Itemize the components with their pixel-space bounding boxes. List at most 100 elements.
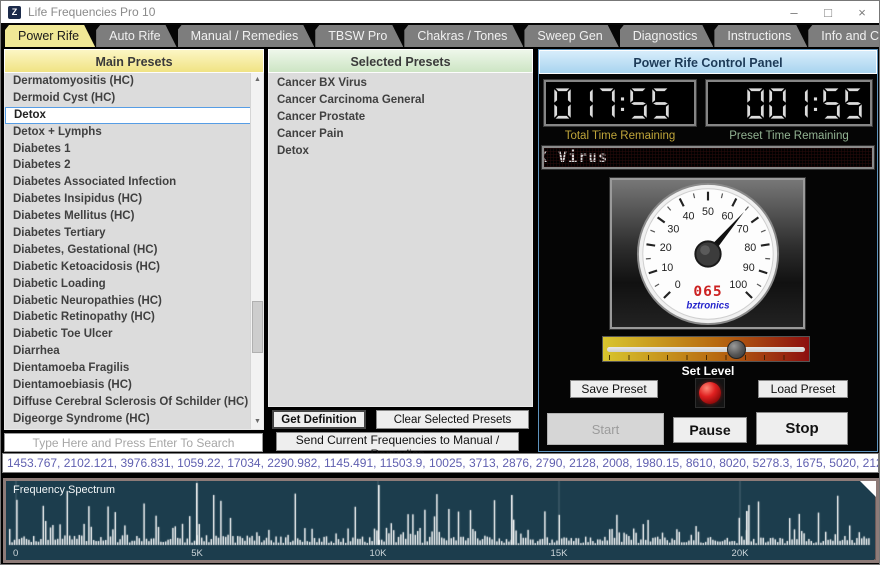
preset-item-diabetic-toe-ulcer[interactable]: Diabetic Toe Ulcer bbox=[5, 326, 263, 343]
start-button[interactable]: Start bbox=[547, 413, 664, 445]
tab-tbsw-pro[interactable]: TBSW Pro bbox=[315, 25, 403, 47]
preset-item-dermoid-cyst-hc[interactable]: Dermoid Cyst (HC) bbox=[5, 90, 263, 107]
preset-item-dientamoeba-fragilis[interactable]: Dientamoeba Fragilis bbox=[5, 360, 263, 377]
total-time-display bbox=[544, 80, 696, 126]
scroll-up-icon[interactable]: ▲ bbox=[251, 73, 264, 87]
scrollbar-thumb[interactable] bbox=[252, 301, 263, 353]
spectrum-title: Frequency Spectrum bbox=[13, 484, 115, 496]
status-led bbox=[699, 382, 721, 404]
pause-button[interactable]: Pause bbox=[673, 417, 747, 443]
selected-presets-panel: Selected Presets Cancer BX VirusCancer C… bbox=[268, 49, 533, 407]
svg-text:40: 40 bbox=[682, 210, 694, 222]
preset-item-cancer-bx-virus[interactable]: Cancer BX Virus bbox=[269, 73, 532, 90]
selected-presets-list[interactable]: Cancer BX VirusCancer Carcinoma GeneralC… bbox=[268, 73, 533, 407]
corner-triangle-icon bbox=[860, 481, 876, 497]
frequency-spectrum: Frequency Spectrum 0 5K 10K 15K 20K bbox=[6, 481, 876, 560]
load-preset-button[interactable]: Load Preset bbox=[758, 380, 848, 398]
preset-time-label: Preset Time Remaining bbox=[706, 130, 872, 142]
maximize-button[interactable]: □ bbox=[811, 1, 845, 23]
preset-item-diabetic-neuropathies-hc[interactable]: Diabetic Neuropathies (HC) bbox=[5, 293, 263, 310]
scrollbar[interactable]: ▲ ▼ bbox=[250, 73, 263, 429]
spectrum-axis-label-20k: 20K bbox=[732, 548, 749, 559]
search-input[interactable] bbox=[4, 433, 263, 452]
window-title: Life Frequencies Pro 10 bbox=[28, 5, 155, 19]
main-presets-panel: Main Presets ▲ ▼ Dermatomyositis (HC)Der… bbox=[4, 49, 264, 430]
tab-instructions[interactable]: Instructions bbox=[714, 25, 807, 47]
slider-ticks bbox=[609, 355, 803, 360]
preset-item-detox-lymphs[interactable]: Detox + Lymphs bbox=[5, 124, 263, 141]
preset-item-diabetic-loading[interactable]: Diabetic Loading bbox=[5, 276, 263, 293]
preset-item-detox[interactable]: Detox bbox=[5, 107, 263, 124]
preset-item-diabetes-insipidus-hc[interactable]: Diabetes Insipidus (HC) bbox=[5, 191, 263, 208]
tab-diagnostics[interactable]: Diagnostics bbox=[620, 25, 714, 47]
preset-time-display bbox=[706, 80, 872, 126]
set-level-label: Set Level bbox=[539, 364, 877, 378]
control-panel-header: Power Rife Control Panel bbox=[539, 50, 877, 74]
power-rife-control-panel: Power Rife Control Panel Total Time Rema… bbox=[538, 49, 878, 452]
status-led-box bbox=[695, 378, 725, 408]
svg-text:90: 90 bbox=[742, 262, 754, 274]
slider-track[interactable] bbox=[607, 347, 805, 352]
preset-item-cancer-prostate[interactable]: Cancer Prostate bbox=[269, 107, 532, 124]
level-slider[interactable] bbox=[602, 336, 810, 362]
svg-text:20: 20 bbox=[659, 242, 671, 254]
tab-auto-rife[interactable]: Auto Rife bbox=[96, 25, 176, 47]
preset-item-dermatomyositis-hc[interactable]: Dermatomyositis (HC) bbox=[5, 73, 263, 90]
tab-strip: Power RifeAuto RifeManual / RemediesTBSW… bbox=[1, 23, 879, 47]
minimize-button[interactable]: – bbox=[777, 1, 811, 23]
svg-text:bztronics: bztronics bbox=[686, 300, 730, 311]
preset-item-digeorge-syndrome-hc[interactable]: Digeorge Syndrome (HC) bbox=[5, 411, 263, 428]
spectrum-axis-label-0: 0 bbox=[13, 548, 18, 559]
spectrum-axis-label-5k: 5K bbox=[191, 548, 203, 559]
titlebar: Z Life Frequencies Pro 10 – □ × bbox=[1, 1, 879, 23]
analog-gauge: 010 20 3040 50 6070 80 90 100 065bztronics bbox=[635, 181, 781, 327]
tab-info-and-chat[interactable]: Info and Chat bbox=[808, 25, 880, 47]
frequency-list-display: 1453.767, 2102.121, 3976.831, 1059.22, 1… bbox=[2, 453, 879, 473]
app-window: Z Life Frequencies Pro 10 – □ × Power Ri… bbox=[0, 0, 880, 565]
get-definition-button[interactable]: Get Definition bbox=[272, 410, 366, 429]
preset-item-diabetes-2[interactable]: Diabetes 2 bbox=[5, 157, 263, 174]
preset-item-diabetes-1[interactable]: Diabetes 1 bbox=[5, 141, 263, 158]
send-frequencies-button[interactable]: Send Current Frequencies to Manual / Rem… bbox=[276, 432, 519, 451]
tab-power-rife[interactable]: Power Rife bbox=[5, 25, 95, 47]
svg-text:10: 10 bbox=[661, 262, 673, 274]
preset-item-diabetes-mellitus-hc[interactable]: Diabetes Mellitus (HC) bbox=[5, 208, 263, 225]
svg-text:50: 50 bbox=[702, 206, 714, 218]
preset-item-diabetes-gestational-hc[interactable]: Diabetes, Gestational (HC) bbox=[5, 242, 263, 259]
svg-text:60: 60 bbox=[721, 210, 733, 222]
marquee-display: X Virus bbox=[542, 146, 874, 169]
preset-item-diffuse-cerebral-sclerosis-of-schilder-hc[interactable]: Diffuse Cerebral Sclerosis Of Schilder (… bbox=[5, 394, 263, 411]
stop-button[interactable]: Stop bbox=[756, 412, 848, 445]
preset-item-diabetes-associated-infection[interactable]: Diabetes Associated Infection bbox=[5, 174, 263, 191]
preset-item-detox[interactable]: Detox bbox=[269, 141, 532, 158]
preset-item-dientamoebiasis-hc[interactable]: Dientamoebiasis (HC) bbox=[5, 377, 263, 394]
main-presets-list[interactable]: ▲ ▼ Dermatomyositis (HC)Dermoid Cyst (HC… bbox=[4, 73, 264, 430]
svg-text:100: 100 bbox=[729, 279, 747, 291]
preset-item-diarrhea[interactable]: Diarrhea bbox=[5, 343, 263, 360]
preset-item-diabetic-retinopathy-hc[interactable]: Diabetic Retinopathy (HC) bbox=[5, 309, 263, 326]
clear-selected-presets-button[interactable]: Clear Selected Presets bbox=[376, 410, 529, 429]
tab-chakras-tones[interactable]: Chakras / Tones bbox=[404, 25, 523, 47]
tab-sweep-gen[interactable]: Sweep Gen bbox=[524, 25, 618, 47]
selected-presets-header: Selected Presets bbox=[268, 49, 533, 73]
preset-item-diabetes-tertiary[interactable]: Diabetes Tertiary bbox=[5, 225, 263, 242]
spectrum-axis-label-10k: 10K bbox=[370, 548, 387, 559]
close-button[interactable]: × bbox=[845, 1, 879, 23]
gauge-panel: 010 20 3040 50 6070 80 90 100 065bztronics bbox=[610, 178, 805, 329]
svg-text:30: 30 bbox=[667, 223, 679, 235]
tab-manual-remedies[interactable]: Manual / Remedies bbox=[178, 25, 315, 47]
save-preset-button[interactable]: Save Preset bbox=[570, 380, 658, 398]
svg-text:70: 70 bbox=[736, 223, 748, 235]
window-controls: – □ × bbox=[777, 1, 879, 23]
main-presets-header: Main Presets bbox=[4, 49, 264, 73]
svg-text:065: 065 bbox=[693, 282, 722, 299]
app-icon: Z bbox=[8, 6, 21, 19]
slider-thumb[interactable] bbox=[727, 340, 746, 359]
preset-item-cancer-carcinoma-general[interactable]: Cancer Carcinoma General bbox=[269, 90, 532, 107]
svg-text:80: 80 bbox=[744, 242, 756, 254]
preset-item-diabetic-ketoacidosis-hc[interactable]: Diabetic Ketoacidosis (HC) bbox=[5, 259, 263, 276]
scroll-down-icon[interactable]: ▼ bbox=[251, 415, 264, 429]
preset-item-cancer-pain[interactable]: Cancer Pain bbox=[269, 124, 532, 141]
svg-text:0: 0 bbox=[674, 279, 680, 291]
spectrum-axis-label-15k: 15K bbox=[551, 548, 568, 559]
